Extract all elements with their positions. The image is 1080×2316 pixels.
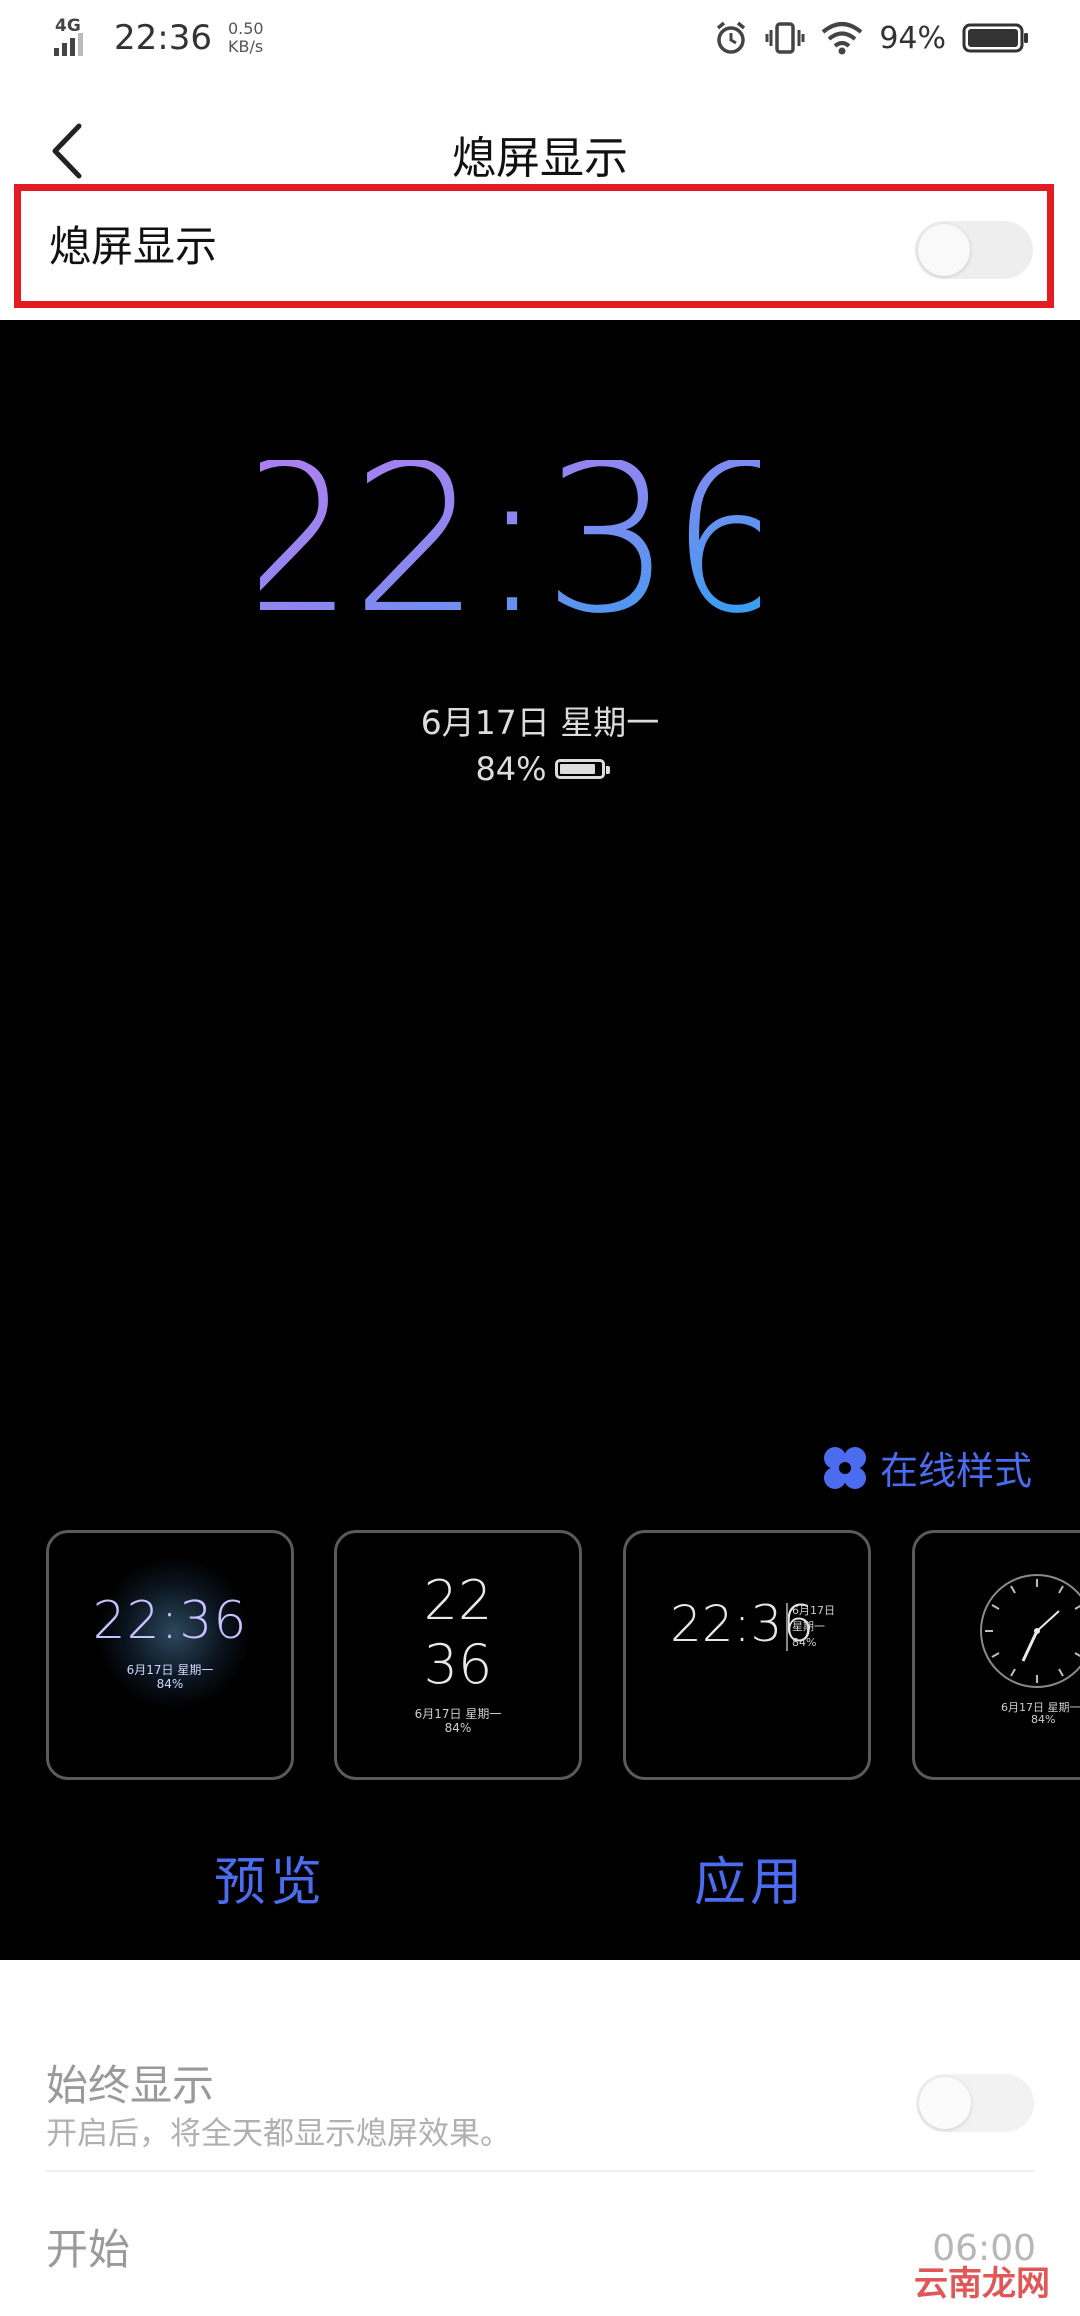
always-on-title: 始终显示 [46, 2061, 215, 2110]
network-speed: 0.50 KB/s [228, 20, 264, 56]
switch-knob [919, 2077, 971, 2129]
analog-clock-icon [980, 1574, 1080, 1688]
divider [46, 2170, 1034, 2172]
style-carousel[interactable]: 22:36 6月17日 星期一 84% 22 36 6月17日 星期一 84% … [0, 1530, 1080, 1810]
status-bar: 4G 22:36 0.50 KB/s 94% [0, 0, 1080, 76]
apply-button[interactable]: 应用 [694, 1840, 806, 1915]
style-card-2[interactable]: 22 36 6月17日 星期一 84% [334, 1530, 582, 1780]
battery-icon [554, 759, 610, 779]
style-card-3[interactable]: 22:36 6月17日 星期一 84% [623, 1530, 871, 1780]
card-time: 22:36 [92, 1591, 248, 1651]
card-date: 6月17日 星期一 [414, 1707, 502, 1721]
card-battery: 84% [444, 1721, 472, 1735]
aod-date: 6月17日 星期一 [420, 703, 660, 742]
style-card-1[interactable]: 22:36 6月17日 星期一 84% [46, 1530, 294, 1780]
aod-clock-text: 22:36 [260, 460, 760, 620]
card-battery: 84% [156, 1677, 184, 1691]
pinwheel-icon [823, 1446, 866, 1489]
aod-toggle-label: 熄屏显示 [49, 222, 218, 271]
battery-percent: 94% [879, 20, 946, 56]
card-battery: 84% [792, 1636, 817, 1649]
aod-toggle-row[interactable]: 熄屏显示 [14, 184, 1054, 308]
card-date: 6月17日 星期一 [126, 1663, 214, 1677]
card-hour: 22 [423, 1569, 493, 1632]
always-on-row[interactable]: 始终显示 开启后，将全天都显示熄屏效果。 [0, 1990, 1080, 2170]
style-card-4[interactable]: 6月17日 星期一 84% [912, 1530, 1080, 1780]
battery-icon [962, 23, 1028, 53]
aod-switch[interactable] [915, 221, 1033, 279]
card-date-info: 6月17日 星期一 84% [792, 1603, 835, 1651]
always-on-switch[interactable] [916, 2074, 1034, 2132]
network-speed-value: 0.50 [227, 19, 264, 38]
aod-clock: 22:36 [260, 460, 760, 620]
card-weekday: 星期一 [792, 1620, 825, 1633]
aod-preview-panel: 22:36 6月17日 星期一 84% 在线样式 22:36 6月17日 星期一… [0, 320, 1080, 1960]
switch-knob [918, 224, 970, 276]
aod-battery: 84% [0, 750, 1080, 788]
always-on-description: 开启后，将全天都显示熄屏效果。 [46, 2116, 511, 2152]
preview-button[interactable]: 预览 [214, 1840, 326, 1915]
network-speed-unit: KB/s [227, 37, 264, 56]
online-styles-link[interactable]: 在线样式 [820, 1440, 1032, 1495]
online-styles-label: 在线样式 [879, 1449, 1032, 1493]
alarm-icon [717, 21, 746, 54]
card-minute: 36 [423, 1633, 493, 1696]
status-time: 22:36 [114, 18, 212, 58]
card-date: 6月17日 [792, 1604, 835, 1617]
cellular-signal-icon: 4G [52, 16, 98, 60]
watermark: 云南龙网 [914, 2264, 1050, 2304]
page-title: 熄屏显示 [452, 133, 628, 184]
wifi-icon [822, 22, 863, 55]
vibrate-icon [765, 22, 805, 54]
card-battery: 84% [1031, 1713, 1056, 1726]
aod-battery-percent: 84% [475, 750, 547, 788]
start-time-title: 开始 [46, 2225, 131, 2274]
